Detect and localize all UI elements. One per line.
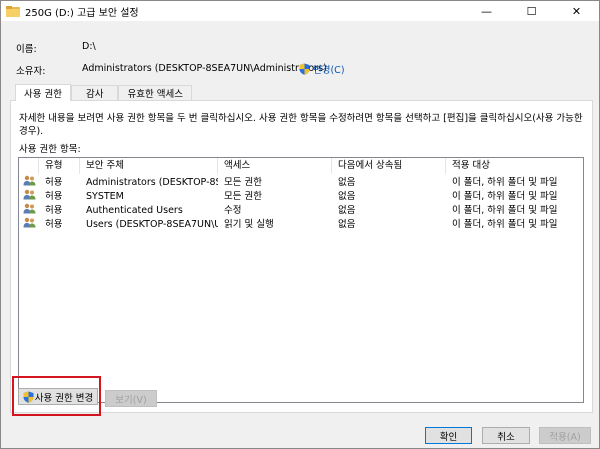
minimize-button[interactable]: —: [464, 1, 509, 21]
row-type: 허용: [45, 177, 63, 188]
highlight-annotation: [12, 376, 101, 416]
column-header-inherited-from[interactable]: 다음에서 상속됨: [332, 158, 446, 174]
name-label: 이름:: [16, 44, 37, 55]
folder-icon: [6, 5, 20, 17]
permission-entries-list[interactable]: 유형 보안 주체 액세스 다음에서 상속됨 적용 대상 허용 Administr…: [18, 157, 584, 403]
row-applies-to: 이 폴더, 하위 폴더 및 파일: [452, 205, 558, 216]
apply-button[interactable]: 적용(A): [539, 427, 591, 444]
table-row[interactable]: 허용 SYSTEM 모든 권한 없음 이 폴더, 하위 폴더 및 파일: [19, 189, 583, 204]
close-button[interactable]: ✕: [554, 1, 599, 21]
row-inherited-from: 없음: [338, 219, 356, 230]
row-type: 허용: [45, 219, 63, 230]
table-row[interactable]: 허용 Administrators (DESKTOP-8SEA... 모든 권한…: [19, 175, 583, 190]
row-principal: Users (DESKTOP-8SEA7UN\Use...: [86, 219, 218, 230]
permissions-description: 자세한 내용을 보려면 사용 권한 항목을 두 번 클릭하십시오. 사용 권한 …: [19, 113, 583, 137]
row-inherited-from: 없음: [338, 177, 356, 188]
row-access: 모든 권한: [224, 177, 262, 188]
owner-value: Administrators (DESKTOP-8SEA7UN\Administ…: [82, 63, 327, 74]
tab-effective-access[interactable]: 유효한 액세스: [118, 85, 192, 100]
row-access: 수정: [224, 205, 242, 216]
row-type: 허용: [45, 205, 63, 216]
row-access: 모든 권한: [224, 191, 262, 202]
row-inherited-from: 없음: [338, 191, 356, 202]
user-group-icon: [19, 217, 39, 233]
window-title: 250G (D:) 고급 보안 설정: [25, 7, 139, 19]
row-principal: Authenticated Users: [86, 205, 183, 216]
name-value: D:\: [82, 41, 96, 52]
table-row[interactable]: 허용 Users (DESKTOP-8SEA7UN\Use... 읽기 및 실행…: [19, 217, 583, 233]
change-owner-link[interactable]: 변경(C): [299, 62, 345, 76]
column-header-icon[interactable]: [19, 158, 39, 174]
row-principal: Administrators (DESKTOP-8SEA...: [86, 177, 218, 188]
row-principal: SYSTEM: [86, 191, 124, 202]
column-header-principal[interactable]: 보안 주체: [80, 158, 218, 174]
shield-icon: [299, 63, 310, 75]
owner-label: 소유자:: [16, 66, 46, 77]
title-bar[interactable]: 250G (D:) 고급 보안 설정 — ☐ ✕: [1, 1, 599, 21]
permission-entries-label: 사용 권한 항목:: [19, 144, 81, 155]
maximize-button[interactable]: ☐: [509, 1, 554, 21]
view-button[interactable]: 보기(V): [105, 390, 157, 407]
tab-auditing[interactable]: 감사: [70, 85, 119, 100]
row-applies-to: 이 폴더, 하위 폴더 및 파일: [452, 191, 558, 202]
tab-strip: 사용 권한 감사 유효한 액세스: [15, 84, 192, 101]
column-header-type[interactable]: 유형: [39, 158, 80, 174]
row-applies-to: 이 폴더, 하위 폴더 및 파일: [452, 219, 558, 230]
table-row[interactable]: 허용 Authenticated Users 수정 없음 이 폴더, 하위 폴더…: [19, 203, 583, 218]
row-access: 읽기 및 실행: [224, 219, 274, 230]
change-owner-label: 변경(C): [313, 65, 345, 76]
ok-button[interactable]: 확인: [425, 427, 472, 444]
row-applies-to: 이 폴더, 하위 폴더 및 파일: [452, 177, 558, 188]
permissions-panel: 자세한 내용을 보려면 사용 권한 항목을 두 번 클릭하십시오. 사용 권한 …: [10, 100, 593, 413]
cancel-button[interactable]: 취소: [482, 427, 530, 444]
column-header-applies-to[interactable]: 적용 대상: [446, 158, 583, 174]
row-inherited-from: 없음: [338, 205, 356, 216]
row-type: 허용: [45, 191, 63, 202]
list-header: 유형 보안 주체 액세스 다음에서 상속됨 적용 대상: [19, 158, 583, 174]
column-header-access[interactable]: 액세스: [218, 158, 332, 174]
tab-permissions[interactable]: 사용 권한: [15, 84, 71, 101]
